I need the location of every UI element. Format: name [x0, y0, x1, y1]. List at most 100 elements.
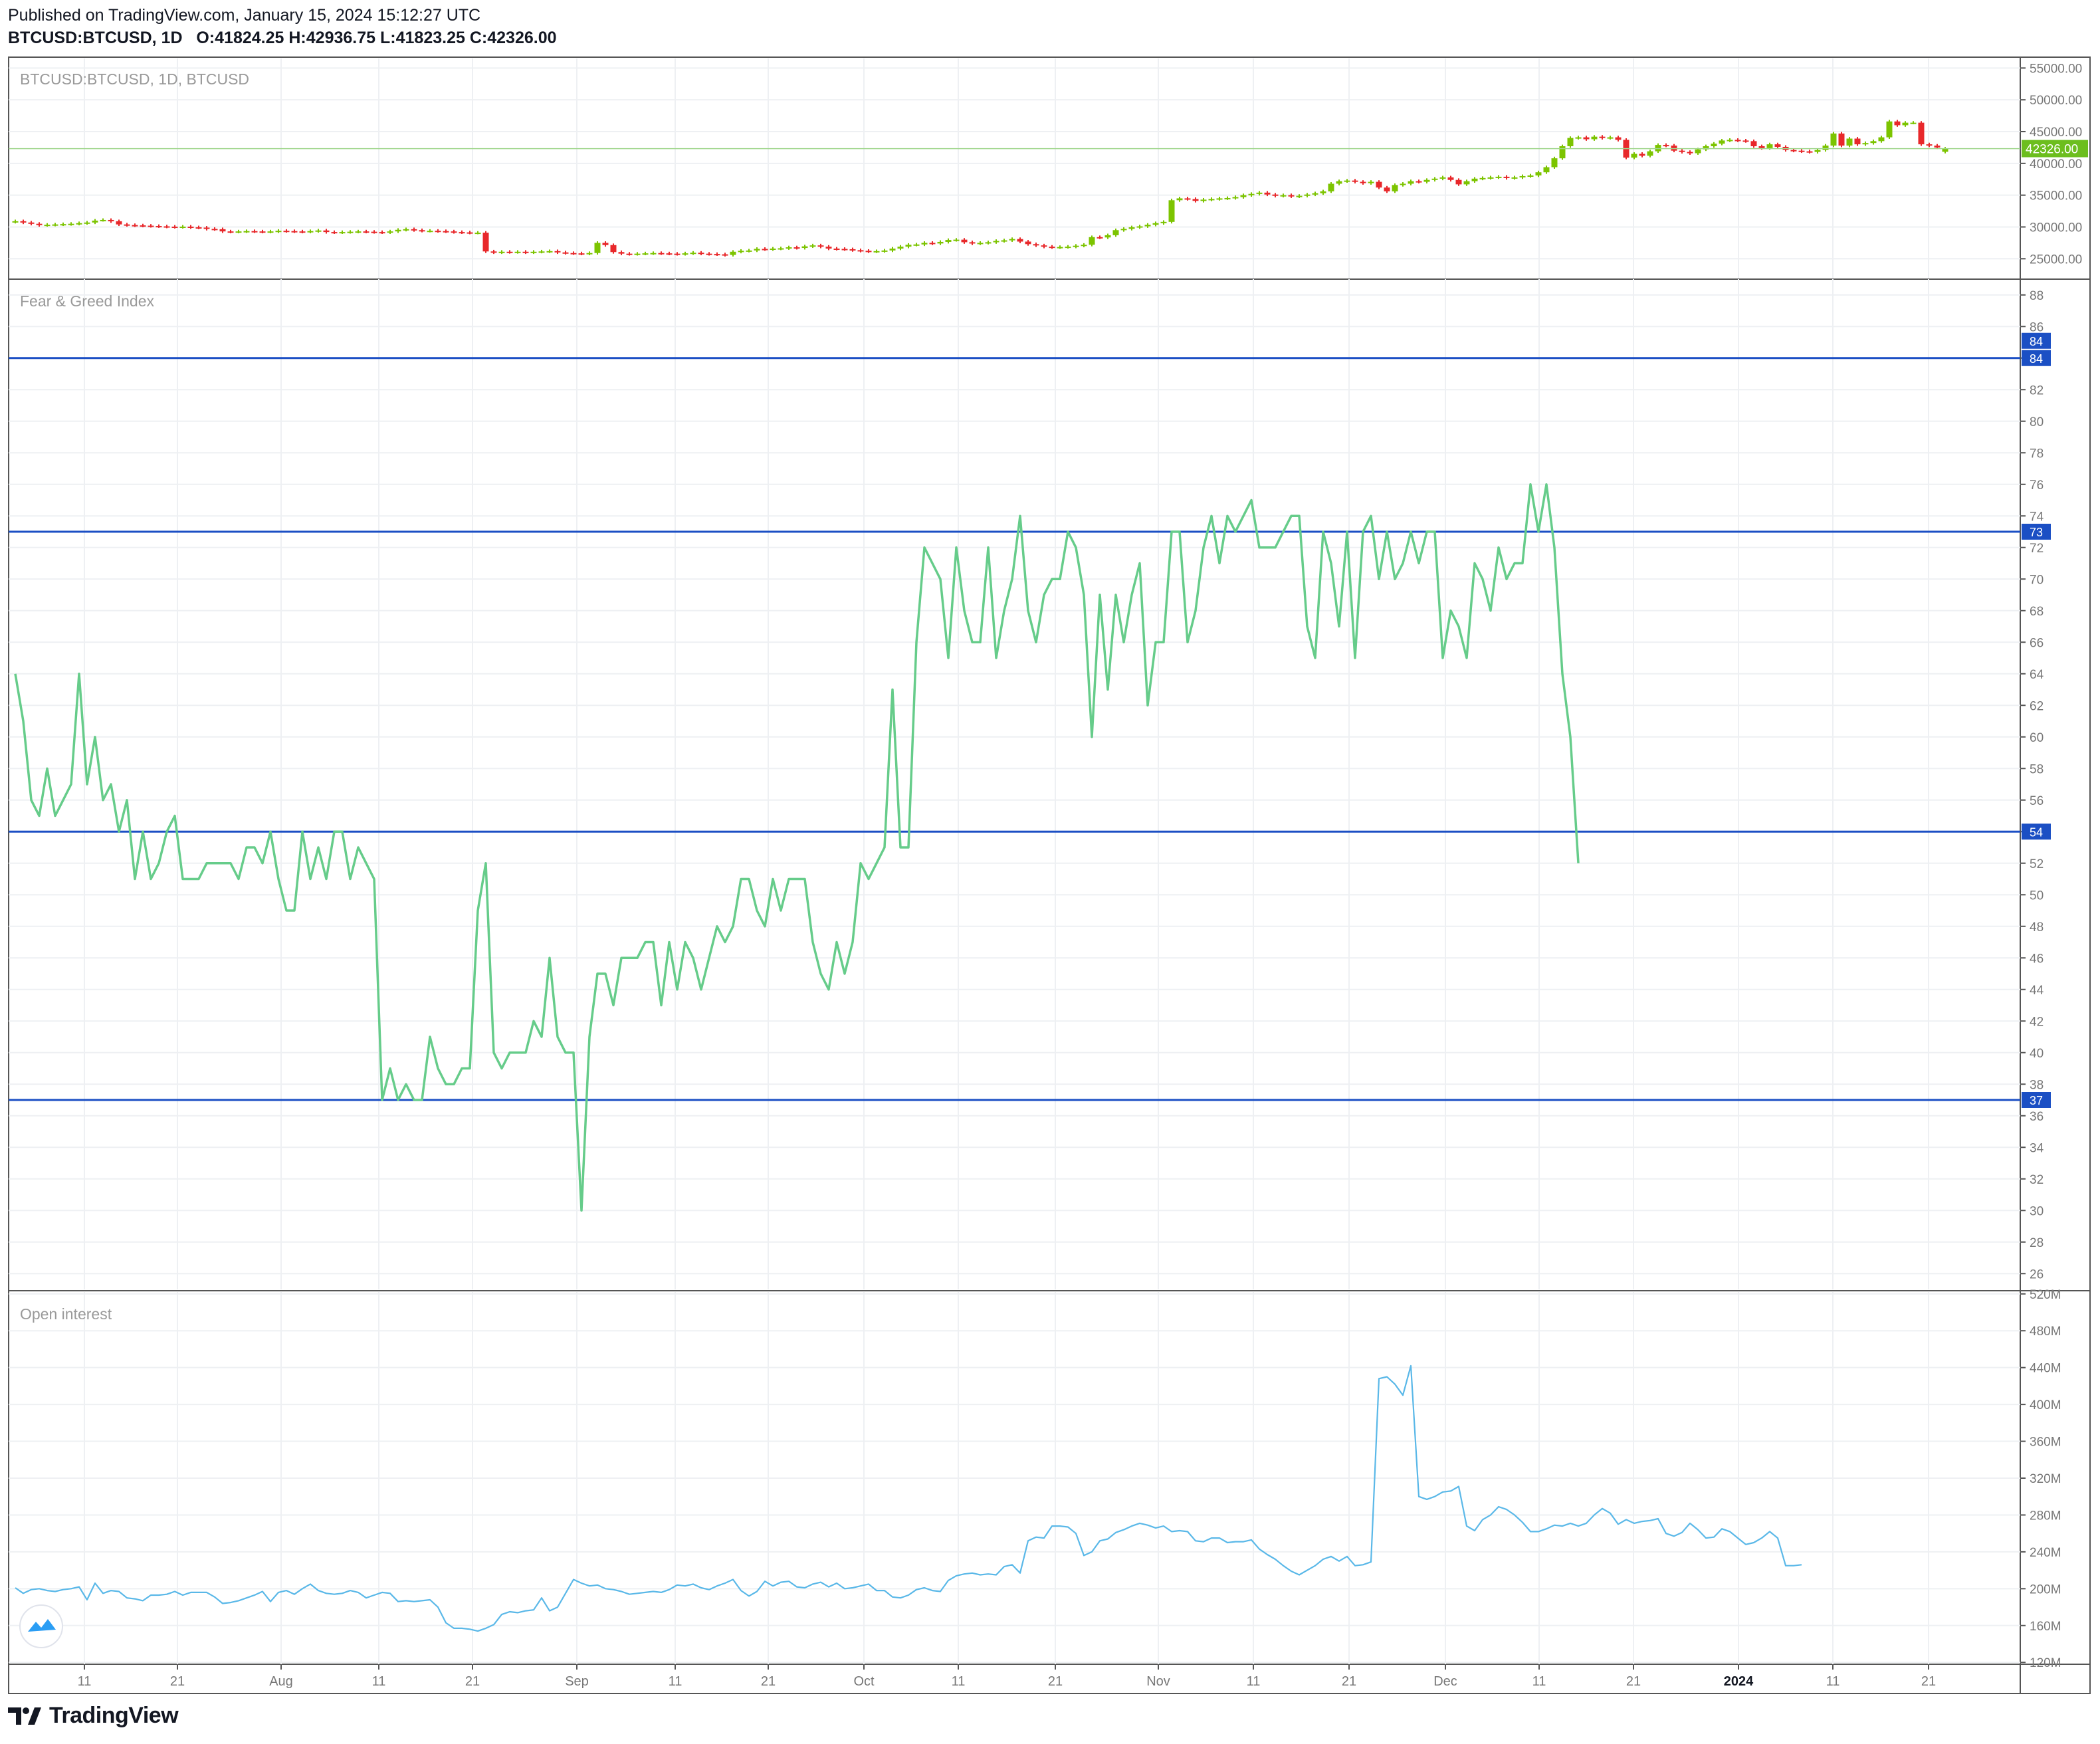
price-tick-label: 40000.00	[2030, 158, 2082, 171]
candle-body	[1344, 180, 1350, 182]
candle-body	[793, 247, 800, 249]
fg-tick-label: 76	[2030, 479, 2044, 492]
candle-body	[451, 231, 457, 233]
candle-body	[929, 243, 936, 245]
candle-body	[1663, 145, 1669, 147]
candle-body	[1168, 200, 1175, 222]
candle-body	[92, 220, 98, 223]
candle-body	[243, 231, 250, 233]
candle-body	[60, 224, 66, 226]
candle-body	[921, 243, 928, 245]
candle-body	[714, 254, 720, 256]
x-tick-label: 11	[372, 1674, 386, 1689]
candle-body	[1216, 198, 1223, 200]
candle-body	[1870, 141, 1877, 144]
candle-body	[52, 224, 58, 226]
candle-body	[610, 245, 617, 253]
candle-body	[76, 223, 82, 225]
candle-body	[1041, 245, 1047, 247]
candle-body	[1750, 141, 1757, 146]
candle-body	[1232, 197, 1239, 199]
fear-greed-pane-title: Fear & Greed Index	[20, 292, 154, 310]
candle-body	[1384, 187, 1390, 191]
candle-body	[379, 232, 385, 234]
tradingview-logo-icon	[8, 1707, 41, 1725]
fear-greed-line	[14, 483, 1580, 1212]
fg-tick-label: 52	[2030, 857, 2044, 871]
last-price-label: 42326.00	[2026, 143, 2078, 157]
footer-brand: TradingView	[8, 1703, 179, 1729]
candle-body	[953, 239, 960, 241]
x-tick-label: 11	[1532, 1674, 1546, 1689]
candle-body	[1830, 133, 1837, 146]
x-tick-label: 21	[1921, 1674, 1936, 1689]
x-tick-label: 21	[465, 1674, 480, 1689]
candle-body	[642, 253, 649, 255]
candle-body	[897, 247, 904, 249]
candle-body	[1503, 176, 1510, 178]
x-tick-label: 21	[1342, 1674, 1356, 1689]
price-tick-label: 45000.00	[2030, 126, 2082, 140]
fg-tick-label: 62	[2030, 699, 2044, 713]
fg-tick-label: 60	[2030, 731, 2044, 745]
candle-body	[1774, 144, 1781, 147]
fg-tick-label: 64	[2030, 668, 2044, 682]
candle-body	[28, 222, 35, 224]
candle-body	[1822, 146, 1829, 150]
candle-body	[849, 249, 856, 251]
candle-body	[562, 252, 569, 254]
oi-tick-label: 400M	[2030, 1398, 2061, 1412]
candle-body	[770, 249, 776, 250]
candle-body	[1711, 144, 1717, 146]
candle-body	[179, 227, 186, 228]
candle-body	[650, 253, 657, 255]
x-tick-label: 21	[1048, 1674, 1063, 1689]
level-tag-label: 84	[2030, 335, 2043, 348]
candle-body	[395, 229, 401, 232]
candle-body	[1184, 198, 1191, 200]
oi-tick-label: 320M	[2030, 1472, 2061, 1486]
candle-body	[100, 219, 106, 221]
candle-body	[905, 245, 912, 247]
candle-body	[698, 253, 704, 255]
candle-body	[1128, 227, 1135, 229]
candle-body	[889, 249, 896, 251]
fg-tick-label: 58	[2030, 762, 2044, 776]
candle-body	[586, 253, 593, 255]
x-tick-label: 2024	[1724, 1674, 1754, 1689]
candle-body	[754, 249, 760, 251]
candle-body	[626, 253, 633, 255]
candle-body	[1551, 158, 1558, 167]
candle-body	[514, 251, 521, 253]
chart-canvas[interactable]: 11 21 Aug 11 21 Sep 11 21 Oct 11 21 Nov 11 21 Dec 11 21 2…	[0, 0, 2100, 1744]
x-tick-label: 11	[669, 1674, 682, 1689]
candle-body	[746, 250, 752, 252]
x-tick-label: Nov	[1146, 1674, 1170, 1689]
candle-body	[20, 221, 27, 223]
candle-body	[427, 231, 433, 233]
candle-body	[961, 239, 968, 243]
fg-tick-label: 72	[2030, 542, 2044, 556]
fg-tick-label: 86	[2030, 320, 2044, 334]
price-tick-label: 55000.00	[2030, 62, 2082, 76]
candle-body	[1240, 195, 1247, 197]
fg-tick-label: 38	[2030, 1078, 2044, 1092]
candle-body	[1248, 193, 1255, 195]
x-tick-label: Dec	[1433, 1674, 1457, 1689]
candle-body	[666, 253, 673, 255]
candle-body	[1910, 122, 1917, 124]
candle-body	[1487, 177, 1494, 179]
candles	[12, 120, 1948, 257]
candle-body	[1192, 199, 1199, 201]
x-tick-label: 21	[170, 1674, 185, 1689]
candle-body	[1144, 225, 1151, 227]
candle-body	[778, 248, 784, 250]
candle-body	[339, 232, 346, 234]
candle-body	[482, 233, 489, 252]
candle-body	[1408, 181, 1414, 184]
candle-body	[419, 230, 425, 232]
candle-body	[1360, 181, 1366, 183]
candle-body	[387, 231, 393, 233]
fg-tick-label: 70	[2030, 573, 2044, 587]
candle-body	[570, 253, 577, 255]
